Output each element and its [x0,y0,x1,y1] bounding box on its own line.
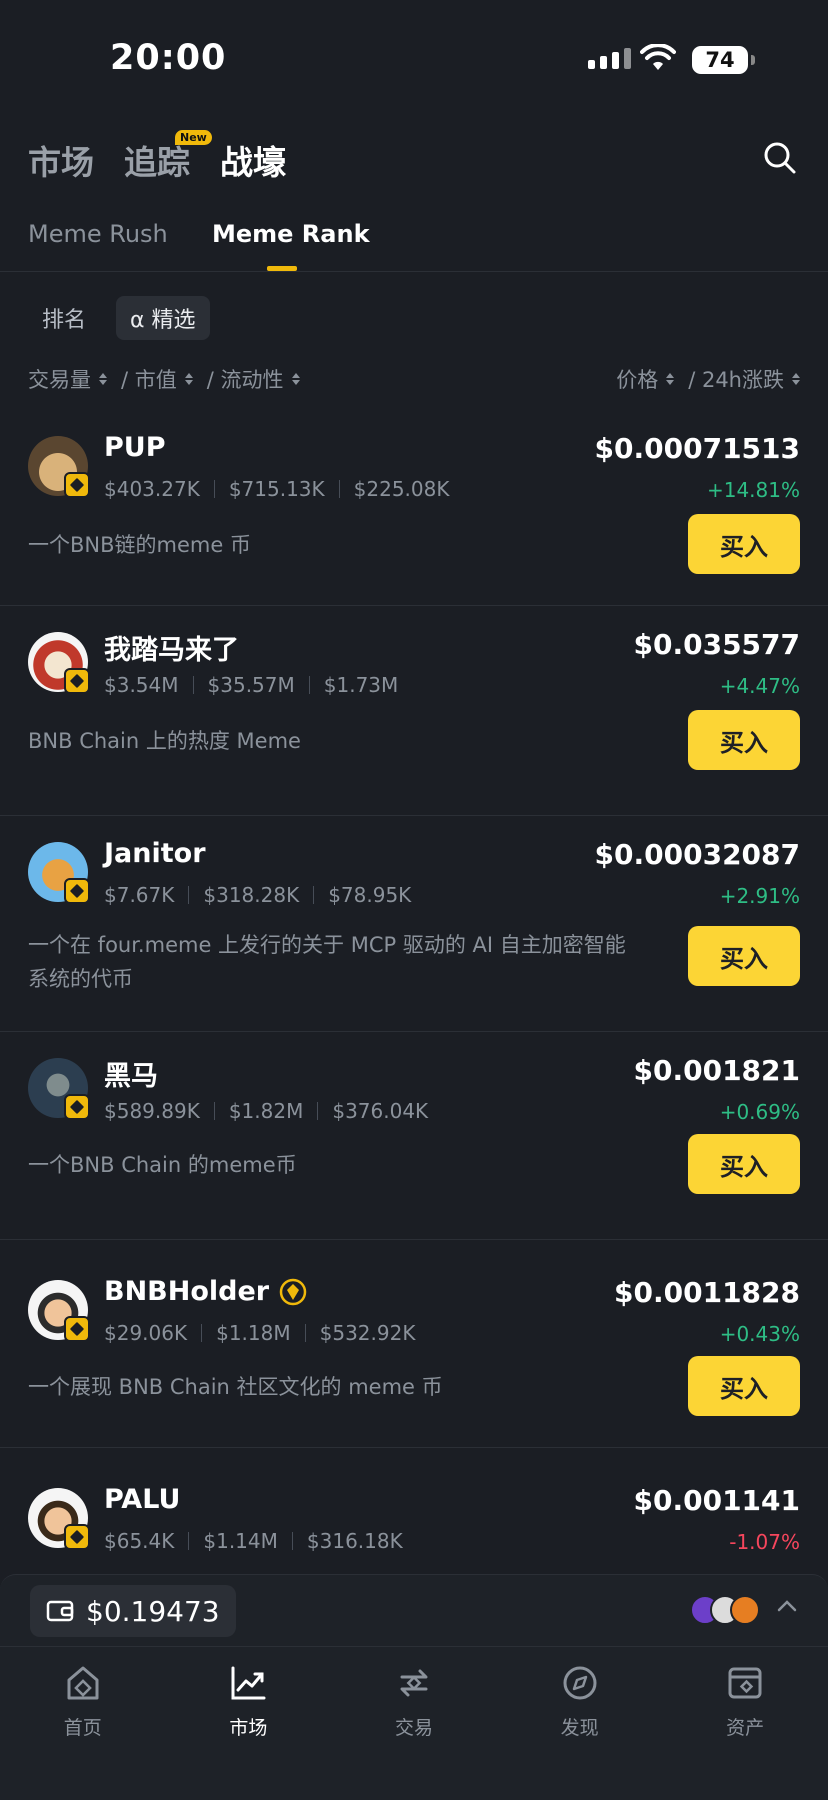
tab-trenches[interactable]: 战壕 [220,136,286,184]
status-bar: 20:00 74 [0,0,828,110]
trade-swap-icon [400,1669,428,1697]
token-price: $0.0011828 [614,1276,800,1309]
token-change: +2.91% [719,884,800,908]
buy-button[interactable]: 买入 [688,710,800,770]
filter-alpha-selected-chip[interactable]: α 精选 [116,296,210,340]
cellular-signal-icon [588,48,631,69]
filter-rank-chip[interactable]: 排名 [28,296,100,340]
search-icon[interactable] [762,140,798,176]
battery-indicator: 74 [692,46,755,74]
sort-arrows-icon [99,373,107,385]
token-row[interactable]: 我踏马来了 $3.54M $35.57M $1.73M $0.035577 +4… [0,606,828,816]
bottom-nav: 首页 市场 交易 发现 资产 [0,1646,828,1800]
token-description: 一个展现 BNB Chain 社区文化的 meme 币 [28,1375,443,1399]
token-price: $0.00032087 [594,838,800,871]
token-price: $0.001821 [633,1054,801,1087]
token-stats: $7.67K $318.28K $78.95K [104,883,412,907]
tab-market[interactable]: 市场 [28,136,94,184]
token-price: $0.00071513 [594,432,800,465]
bnb-chain-badge-icon [64,1524,90,1550]
token-stats: $29.06K $1.18M $532.92K [104,1321,416,1345]
recent-token-avatars[interactable] [690,1595,760,1625]
token-stats: $589.89K $1.82M $376.04K [104,1099,429,1123]
sort-price[interactable]: 价格 [616,364,675,394]
bnb-chain-badge-icon [64,472,90,498]
verified-gold-icon [279,1278,307,1305]
buy-button[interactable]: 买入 [688,1134,800,1194]
wifi-icon [640,44,676,70]
new-badge: New [175,130,212,145]
wallet-icon [46,1600,74,1622]
token-change: -1.07% [729,1530,800,1554]
token-price: $0.035577 [633,628,801,661]
nav-assets[interactable]: 资产 [662,1647,828,1800]
active-tab-indicator [267,266,297,271]
token-name: BNBHolder [104,1276,307,1307]
sort-24h-change[interactable]: / 24h涨跌 [688,364,800,394]
nav-market[interactable]: 市场 [166,1647,332,1800]
wallet-balance-button[interactable]: $0.19473 [30,1585,236,1637]
buy-button[interactable]: 买入 [688,926,800,986]
token-stats: $65.4K $1.14M $316.18K [104,1529,403,1553]
token-stats: $3.54M $35.57M $1.73M [104,673,399,697]
discover-compass-icon [563,1666,597,1700]
subtab-meme-rank[interactable]: Meme Rank [212,220,370,248]
chevron-up-icon[interactable] [776,1599,798,1613]
token-row[interactable]: 黑马 $589.89K $1.82M $376.04K $0.001821 +0… [0,1032,828,1240]
sort-liquidity[interactable]: / 流动性 [207,364,300,394]
token-change: +0.69% [719,1100,800,1124]
token-description: 一个BNB Chain 的meme币 [28,1153,297,1177]
token-name: PUP [104,432,166,463]
sub-tabs: Meme Rush Meme Rank [0,210,828,272]
wallet-balance: $0.19473 [86,1594,220,1628]
token-name: PALU [104,1484,181,1515]
token-row[interactable]: BNBHolder $29.06K $1.18M $532.92K $0.001… [0,1240,828,1448]
token-row[interactable]: PUP $403.27K $715.13K $225.08K $0.000715… [0,420,828,606]
bnb-chain-badge-icon [64,668,90,694]
buy-button[interactable]: 买入 [688,514,800,574]
sort-market-cap[interactable]: / 市值 [121,364,193,394]
token-description: BNB Chain 上的热度 Meme [28,729,301,753]
token-change: +0.43% [719,1322,800,1346]
wallet-bar: $0.19473 [0,1574,828,1646]
token-change: +4.47% [719,674,800,698]
nav-home[interactable]: 首页 [0,1647,166,1800]
sort-arrows-icon [184,373,193,385]
sort-arrows-icon [291,373,300,385]
top-tabs: 市场 追踪 New 战壕 [0,118,828,198]
token-stats: $403.27K $715.13K $225.08K [104,477,450,501]
nav-trade[interactable]: 交易 [331,1647,497,1800]
bnb-chain-badge-icon [64,1094,90,1120]
assets-wallet-icon [728,1667,762,1699]
sort-arrows-icon [792,373,800,385]
market-chart-icon [231,1666,266,1700]
token-change: +14.81% [706,478,800,502]
token-name: Janitor [104,838,206,869]
sort-arrows-icon [666,373,675,385]
token-name: 我踏马来了 [104,635,239,666]
token-row[interactable]: Janitor $7.67K $318.28K $78.95K $0.00032… [0,816,828,1032]
token-list: PUP $403.27K $715.13K $225.08K $0.000715… [0,420,828,1598]
nav-discover[interactable]: 发现 [497,1647,663,1800]
token-description: 一个在 four.meme 上发行的关于 MCP 驱动的 AI 自主加密智能系统… [28,933,626,991]
buy-button[interactable]: 买入 [688,1356,800,1416]
token-name: 黑马 [104,1061,158,1092]
token-description: 一个BNB链的meme 币 [28,533,251,557]
status-time: 20:00 [110,38,227,78]
token-price: $0.001141 [633,1484,801,1517]
filter-chips: 排名 α 精选 [28,296,210,340]
sort-header: 交易量 / 市值 / 流动性 价格 / 24h涨跌 [28,364,800,398]
bnb-chain-badge-icon [64,878,90,904]
sort-volume[interactable]: 交易量 [28,364,107,394]
subtab-meme-rush[interactable]: Meme Rush [28,220,168,248]
home-icon [67,1666,99,1700]
bnb-chain-badge-icon [64,1316,90,1342]
